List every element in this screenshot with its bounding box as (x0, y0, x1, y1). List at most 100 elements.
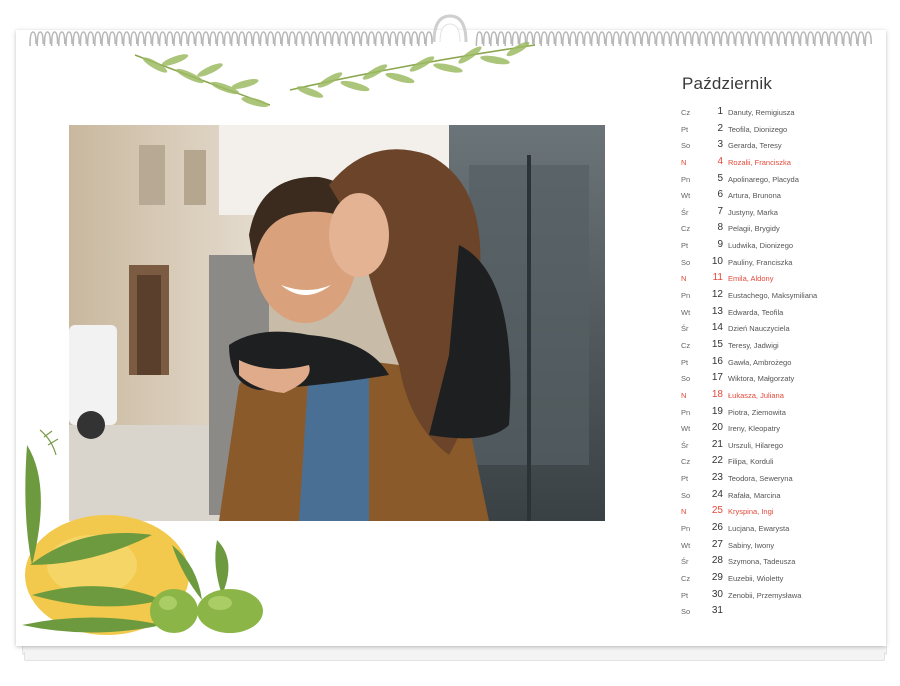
day-row: Śr 14 Dzień Nauczyciela (681, 320, 881, 337)
weekday-label: N (681, 274, 687, 284)
spiral-loop (58, 31, 66, 47)
weekday-label: Śr (681, 557, 689, 567)
spiral-loop (569, 31, 577, 47)
spiral-loop (698, 31, 707, 47)
day-row: N 18 Łukasza, Juliana (681, 387, 881, 404)
weekday-label: Śr (681, 324, 689, 334)
spiral-loop (835, 31, 844, 47)
weekday-label: Wt (681, 424, 691, 434)
spiral-loop (554, 31, 563, 47)
day-number: 16 (711, 355, 723, 367)
weekday-label: So (681, 374, 691, 384)
nameday-label: Rafała, Marcina (728, 490, 781, 500)
day-row: Pt 2 Teofila, Dionizego (681, 121, 881, 138)
spiral-loop (691, 31, 700, 47)
spiral-loop (562, 31, 570, 47)
spiral-loop (727, 31, 736, 47)
day-row: Wt 6 Artura, Brunona (681, 187, 881, 204)
nameday-label: Teofila, Dionizego (728, 124, 788, 134)
spiral-loop (72, 31, 80, 47)
spiral-loop (605, 31, 613, 47)
spiral-loop (583, 31, 592, 47)
day-number: 6 (717, 189, 723, 201)
spiral-loop (864, 31, 872, 47)
weekday-label: Wt (681, 540, 691, 550)
spiral-loop (799, 31, 808, 47)
nameday-label: Danuty, Remigiusza (728, 108, 795, 117)
spiral-loop (756, 31, 764, 47)
day-row: Cz 8 Pelagii, Brygidy (681, 220, 881, 237)
day-number: 28 (711, 555, 723, 567)
nameday-label: Artura, Brunona (728, 191, 781, 201)
day-row: So 3 Gerarda, Teresy (681, 137, 881, 154)
nameday-label: Ireny, Kleopatry (728, 424, 780, 434)
day-row: Cz 29 Euzebii, Wioletty (681, 570, 881, 587)
weekday-label: So (681, 141, 691, 151)
spiral-loop (612, 31, 620, 47)
weekday-label: So (681, 490, 691, 500)
spiral-loop (65, 31, 73, 47)
spiral-loop (115, 31, 124, 47)
nameday-label: Urszuli, Hilarego (728, 440, 784, 450)
spiral-loop (749, 31, 757, 47)
olive-branch-top-icon (134, 41, 536, 107)
spiral-loop (94, 31, 102, 47)
day-row: Pt 9 Ludwika, Dionizego (681, 237, 881, 254)
day-row: Pn 26 Lucjana, Ewarysta (681, 520, 881, 537)
day-row: Śr 21 Urszuli, Hilarego (681, 437, 881, 454)
spiral-loop (792, 31, 800, 47)
spiral-loop (706, 31, 714, 47)
nameday-label: Dzień Nauczyciela (728, 324, 790, 334)
weekday-label: Pn (681, 174, 691, 184)
day-row: Pn 19 Piotra, Ziemowita (681, 404, 881, 421)
weekday-label: N (681, 390, 687, 400)
day-number: 24 (711, 488, 723, 500)
day-number: 31 (711, 605, 723, 617)
weekday-label: Cz (681, 340, 691, 350)
lemon-olive-decoration-icon (22, 429, 263, 635)
nameday-label: Teresy, Jadwigi (728, 340, 779, 350)
spiral-loop (662, 31, 671, 47)
nameday-label: Filipa, Korduli (728, 457, 774, 467)
spiral-loop (677, 31, 685, 47)
day-row: Cz 22 Filipa, Korduli (681, 453, 881, 470)
nameday-label: Apolinarego, Placyda (728, 174, 799, 184)
day-row: So 17 Wiktora, Małgorzaty (681, 370, 881, 387)
nameday-label: Edwarda, Teofila (728, 307, 784, 317)
spiral-loop (590, 31, 599, 47)
day-number: 13 (711, 305, 723, 317)
weekday-label: Śr (681, 440, 689, 450)
weekday-label: Pt (681, 474, 689, 484)
day-number: 18 (711, 388, 723, 400)
spiral-loop (29, 31, 37, 47)
day-row: N 25 Kryspina, Ingi (681, 503, 881, 520)
spiral-loop (720, 31, 728, 47)
day-row: Pn 5 Apolinarego, Placyda (681, 171, 881, 188)
spiral-loop (778, 31, 786, 47)
day-number: 3 (717, 139, 723, 151)
weekday-label: Pt (681, 241, 689, 251)
nameday-label: Gawła, Ambrożego (728, 357, 792, 367)
weekday-label: Pn (681, 407, 691, 417)
day-row: N 11 Emila, Aldony (681, 270, 881, 287)
day-number: 22 (711, 455, 723, 467)
day-row: So 10 Pauliny, Franciszka (681, 254, 881, 271)
day-number: 5 (717, 172, 723, 184)
weekday-label: Cz (681, 108, 691, 117)
spiral-loop (43, 31, 52, 47)
day-row: Śr 28 Szymona, Tadeusza (681, 553, 881, 570)
nameday-label: Rozalii, Franciszka (728, 157, 791, 167)
day-row: Wt 20 Ireny, Kleopatry (681, 420, 881, 437)
spiral-loop (619, 31, 628, 47)
nameday-label: Łukasza, Juliana (728, 390, 784, 400)
spiral-loop (785, 31, 793, 47)
day-number: 19 (711, 405, 723, 417)
weekday-label: N (681, 157, 687, 167)
day-number: 2 (717, 122, 723, 134)
spiral-loop (634, 31, 642, 47)
day-number: 1 (717, 106, 723, 117)
spiral-loop (101, 31, 109, 47)
nameday-label: Eustachego, Maksymiliana (728, 291, 818, 301)
nameday-label: Lucjana, Ewarysta (728, 524, 790, 534)
day-number: 11 (712, 272, 723, 284)
